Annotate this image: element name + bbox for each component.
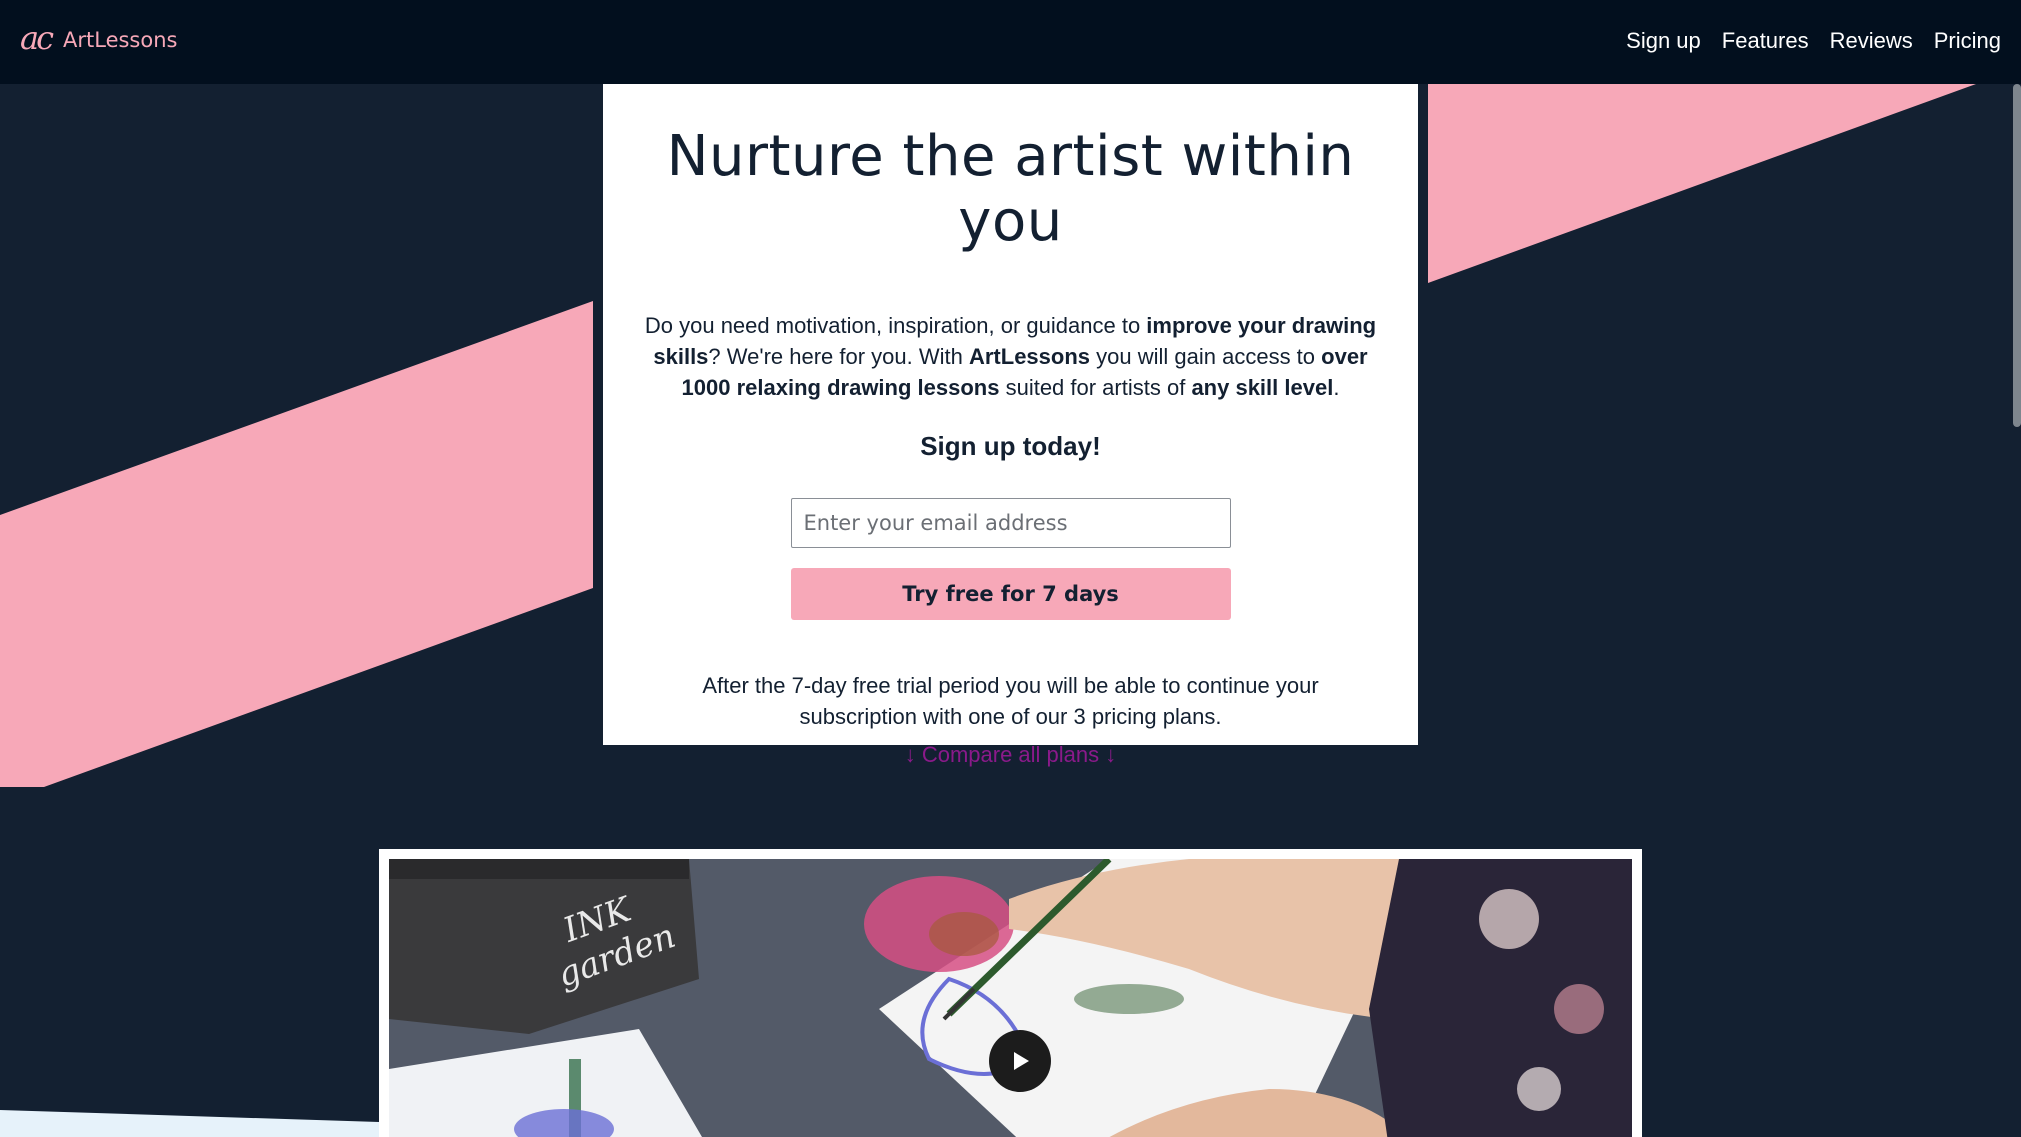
pink-left-stripe (0, 301, 593, 787)
brand-name: ArtLessons (63, 28, 178, 52)
page-scrollbar[interactable] (2013, 84, 2021, 427)
signup-heading: Sign up today! (920, 431, 1101, 461)
hero-desc-text-5: . (1333, 375, 1340, 400)
video-thumbnail[interactable]: INK garden (389, 859, 1632, 1137)
try-free-button[interactable]: Try free for 7 days (790, 568, 1231, 620)
compare-plans-link[interactable]: ↓ Compare all plans ↓ (905, 742, 1117, 768)
brand[interactable]: ac ArtLessons (20, 22, 177, 54)
nav-links: Sign up Features Reviews Pricing (1626, 28, 2001, 54)
trial-note: After the 7-day free trial period you wi… (702, 673, 1319, 729)
hero-desc-text-1: Do you need motivation, inspiration, or … (644, 313, 1147, 338)
play-icon (1014, 1052, 1029, 1070)
email-input[interactable] (790, 498, 1231, 548)
pink-right-stripe (1428, 84, 1976, 283)
nav-link-features[interactable]: Features (1722, 28, 1809, 54)
play-button[interactable] (989, 1030, 1051, 1092)
hero-desc-bold-2: ArtLessons (968, 344, 1091, 369)
hero-desc-text-3: you will gain access to (1090, 344, 1322, 369)
video-frame: INK garden (379, 849, 1642, 1137)
video-thumbnail-image (389, 859, 1632, 1137)
navbar: ac ArtLessons Sign up Features Reviews P… (0, 0, 2021, 84)
page: ac ArtLessons Sign up Features Reviews P… (0, 0, 2021, 1137)
hero-desc-bold-4: any skill level (1191, 375, 1334, 400)
hero-desc-text-4: suited for artists of (999, 375, 1192, 400)
nav-link-pricing[interactable]: Pricing (1934, 28, 2001, 54)
brand-logo-icon: ac (20, 19, 54, 57)
hero-card: Nurture the artist within you Do you nee… (603, 84, 1418, 767)
light-bottom-stripe (0, 1110, 379, 1137)
nav-link-sign-up[interactable]: Sign up (1626, 28, 1701, 54)
hero-desc-text-2: ? We're here for you. With (708, 344, 969, 369)
hero-title: Nurture the artist within you (666, 124, 1355, 254)
nav-link-reviews[interactable]: Reviews (1830, 28, 1913, 54)
hero-description: Do you need motivation, inspiration, or … (643, 310, 1378, 403)
